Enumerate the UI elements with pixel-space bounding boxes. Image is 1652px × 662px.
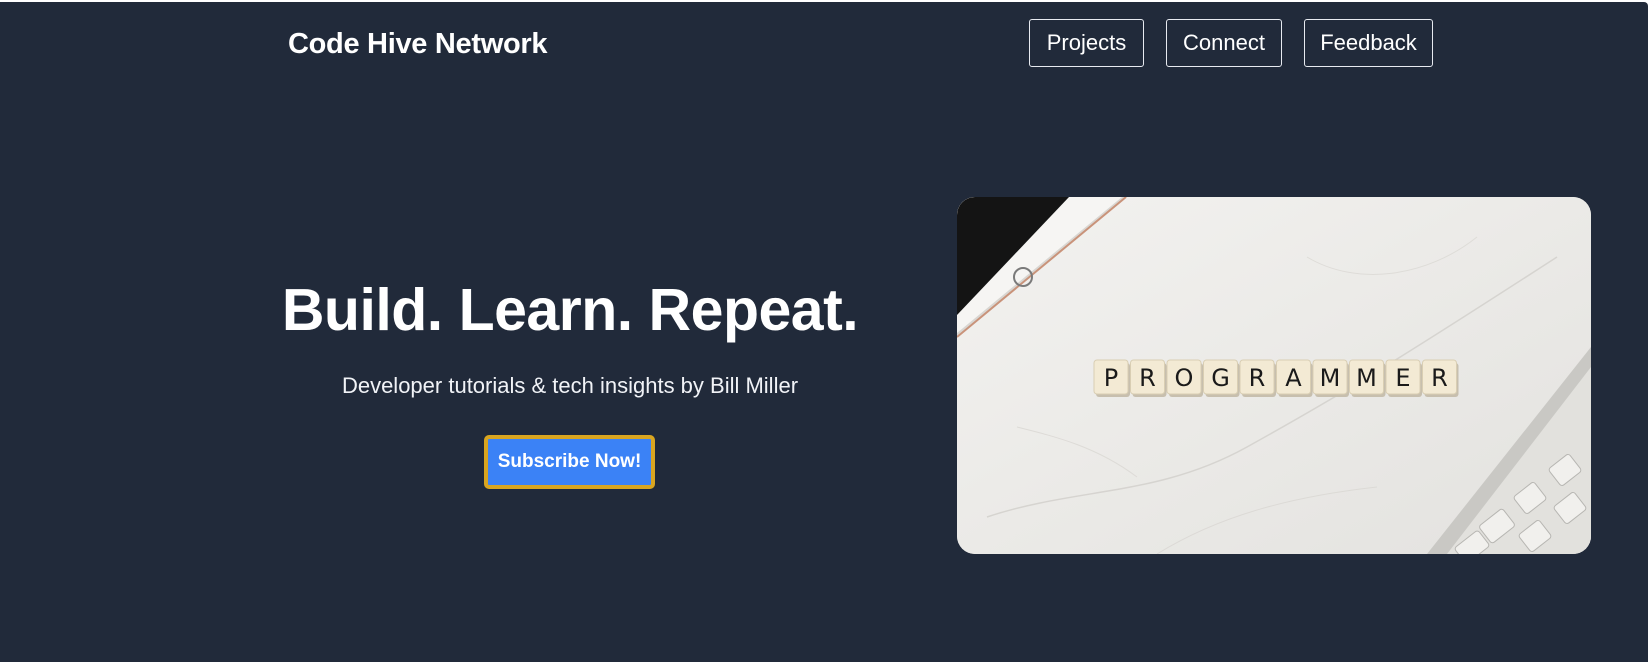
page: Code Hive Network Projects Connect Feedb… [0,2,1648,662]
svg-text:G: G [1211,364,1230,392]
letter-tile: M [1349,359,1386,397]
letter-tile: M [1312,359,1349,397]
svg-text:R: R [1139,364,1156,392]
letter-tile: P [1093,359,1130,397]
letter-tile: E [1385,359,1422,397]
svg-text:R: R [1431,364,1448,392]
letter-tile: R [1239,359,1276,397]
svg-text:P: P [1104,364,1118,392]
svg-text:M: M [1356,364,1377,392]
hero-title: Build. Learn. Repeat. [281,277,859,343]
site-brand[interactable]: Code Hive Network [288,26,547,62]
letter-tile: G [1203,359,1240,397]
letter-tiles: PROGRAMMER [1093,359,1459,397]
hero-image: PROGRAMMER [957,197,1591,554]
svg-text:A: A [1285,364,1302,392]
letter-tile: R [1130,359,1167,397]
svg-text:O: O [1175,364,1194,392]
hero-subtitle: Developer tutorials & tech insights by B… [341,373,799,398]
letter-tile: A [1276,359,1313,397]
svg-text:E: E [1395,364,1410,392]
svg-text:R: R [1249,364,1266,392]
letter-tile: R [1422,359,1459,397]
nav-projects-button[interactable]: Projects [1029,19,1144,67]
subscribe-button[interactable]: Subscribe Now! [484,435,655,489]
nav-connect-button[interactable]: Connect [1166,19,1282,67]
svg-text:M: M [1320,364,1341,392]
programmer-photo: PROGRAMMER [957,197,1591,554]
letter-tile: O [1166,359,1203,397]
nav-feedback-button[interactable]: Feedback [1304,19,1433,67]
